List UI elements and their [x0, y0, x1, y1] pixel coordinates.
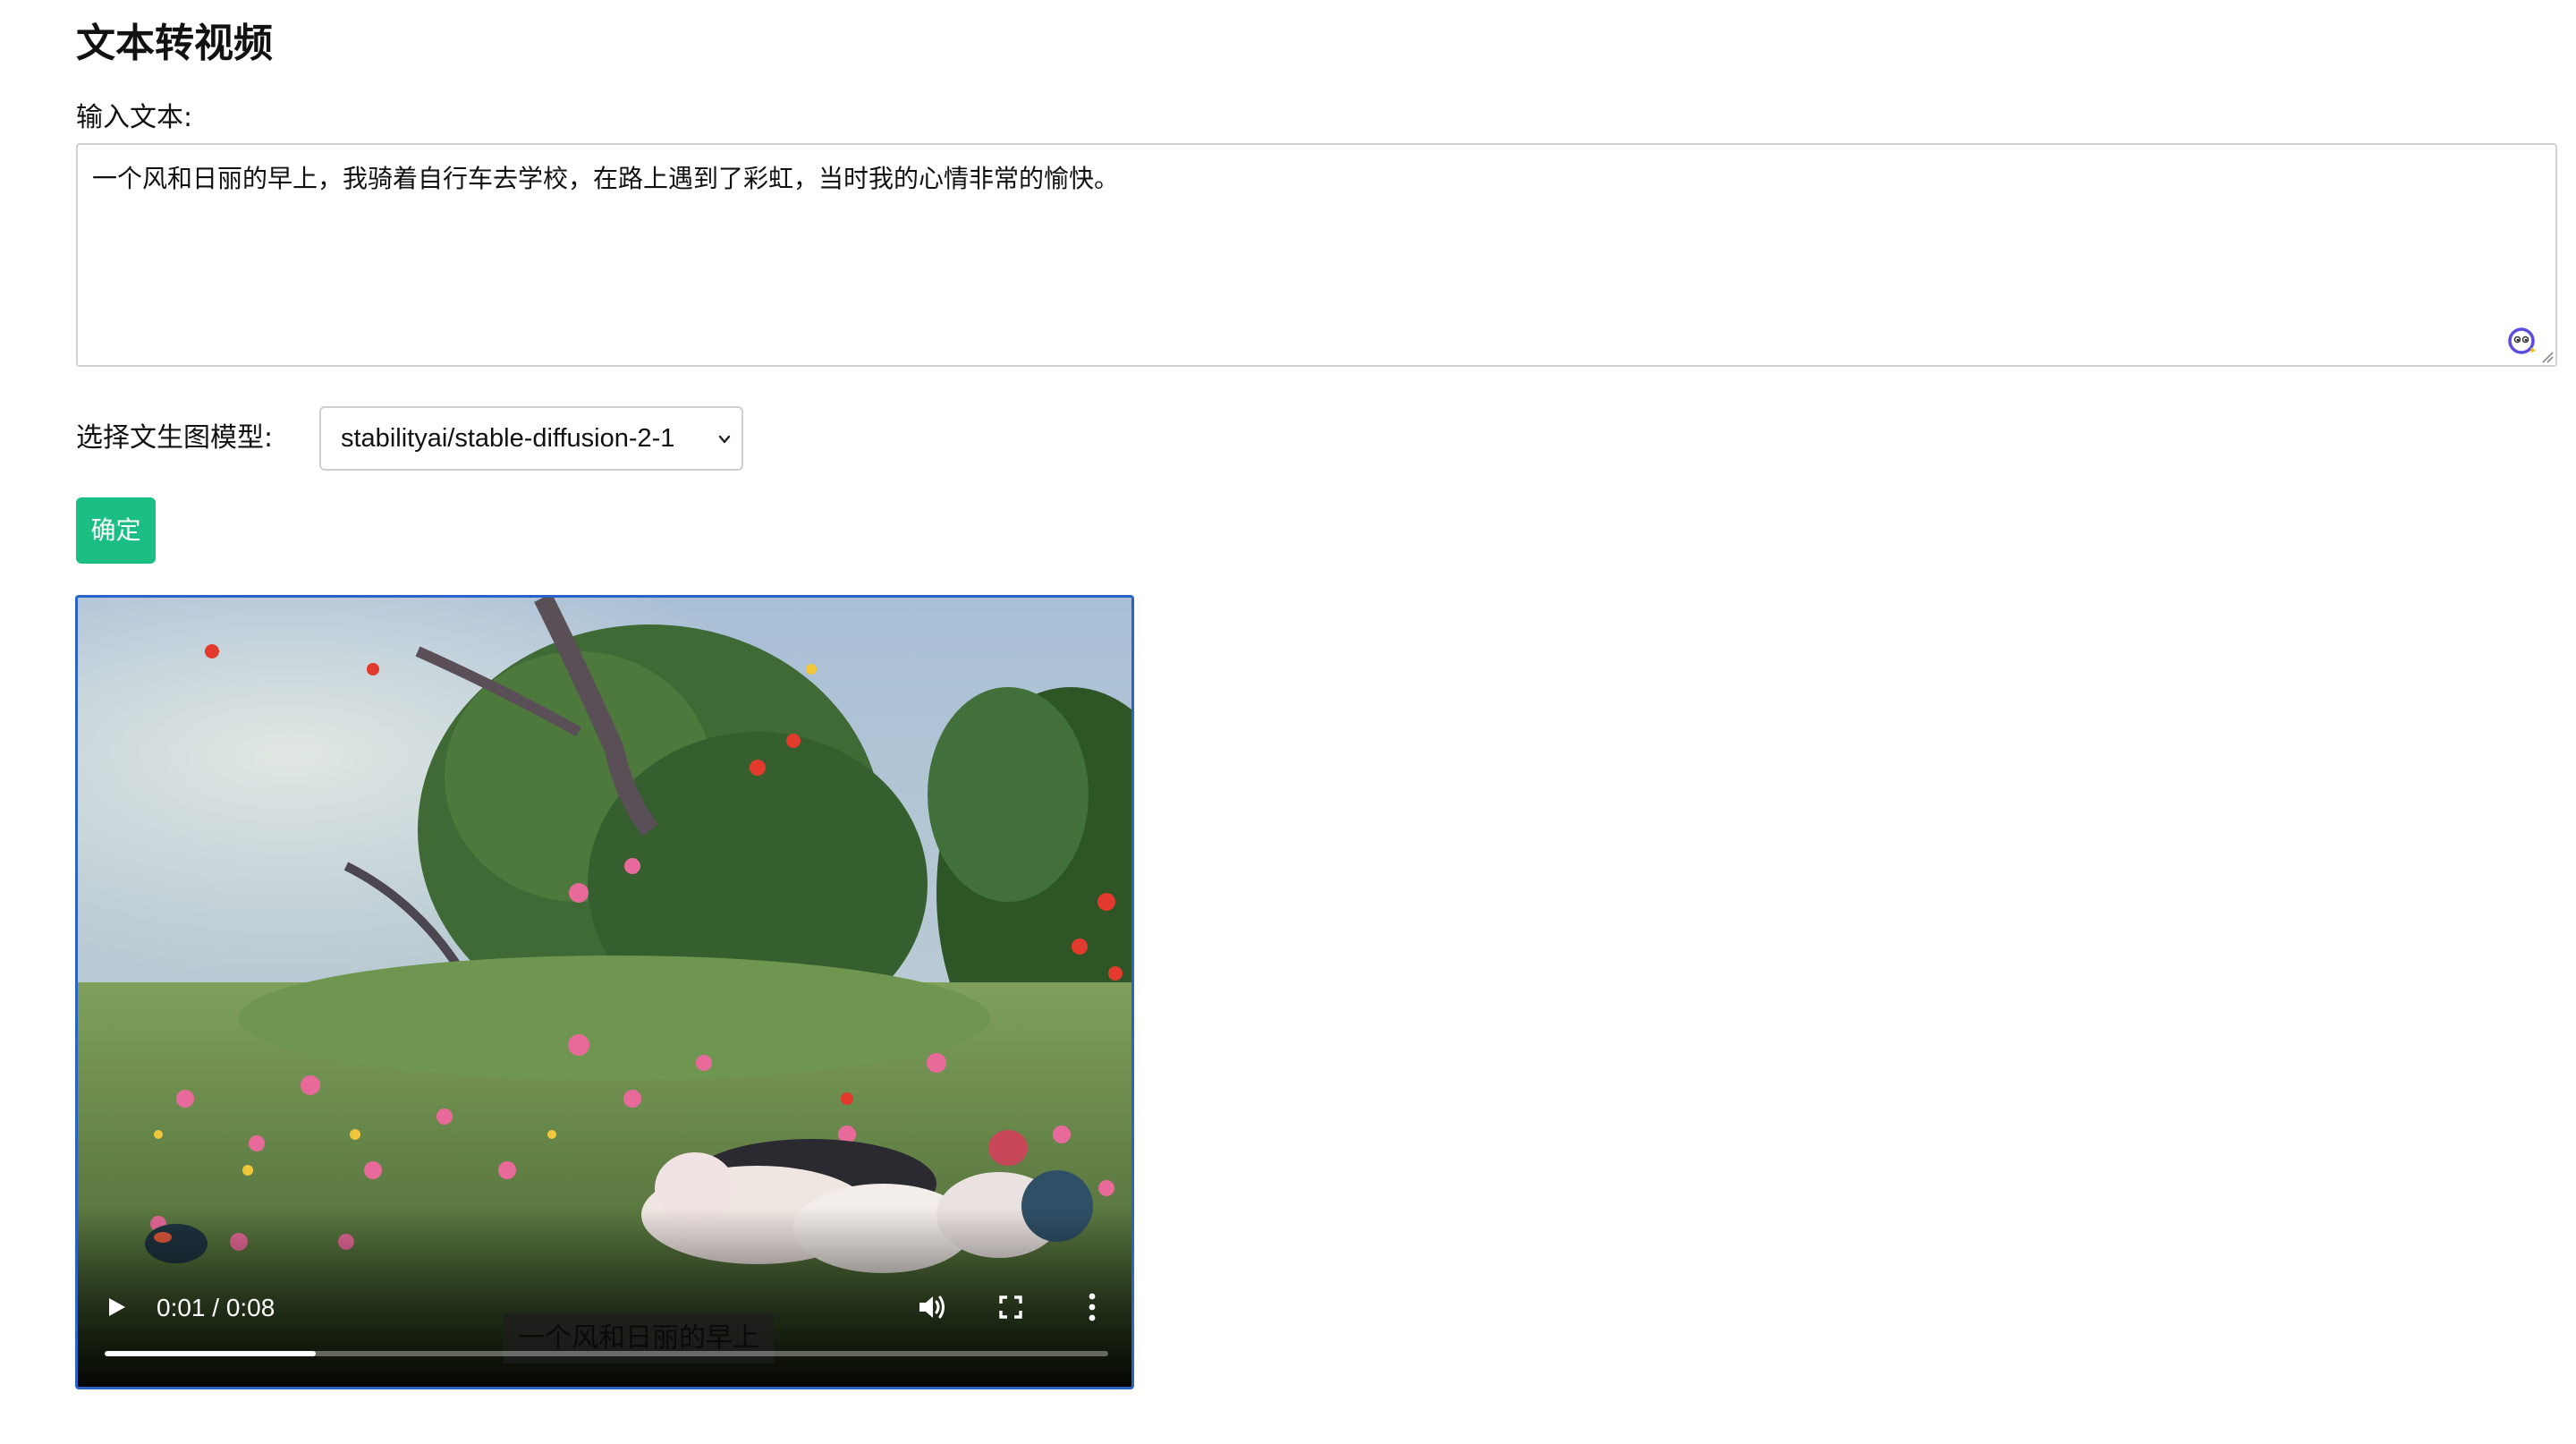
chevron-down-icon	[718, 435, 731, 444]
text-input-label: 输入文本:	[76, 102, 193, 133]
grammar-assistant-icon[interactable]	[2507, 326, 2538, 356]
volume-icon[interactable]	[917, 1292, 949, 1322]
play-icon[interactable]	[105, 1295, 128, 1319]
time-display: 0:01 / 0:08	[157, 1294, 275, 1321]
more-icon[interactable]	[1087, 1292, 1097, 1322]
model-select-label: 选择文生图模型:	[76, 422, 274, 454]
progress-bar-fill	[105, 1351, 316, 1356]
text-to-video-page: 文本转视频 输入文本: 一个风和日丽的早上，我骑着自行车去学校，在路上遇到了彩虹…	[75, 0, 2563, 1444]
model-select-value: stabilityai/stable-diffusion-2-1	[341, 423, 675, 453]
fullscreen-icon[interactable]	[999, 1295, 1022, 1319]
progress-bar[interactable]	[105, 1351, 1108, 1356]
text-input[interactable]: 一个风和日丽的早上，我骑着自行车去学校，在路上遇到了彩虹，当时我的心情非常的愉快…	[76, 143, 2557, 367]
page-title: 文本转视频	[76, 21, 273, 66]
video-player[interactable]: 一个风和日丽的早上 0:01 / 0:08	[75, 595, 1134, 1389]
resize-handle-icon[interactable]	[2541, 351, 2554, 363]
model-select[interactable]: stabilityai/stable-diffusion-2-1	[319, 406, 743, 471]
confirm-button[interactable]: 确定	[76, 497, 156, 564]
